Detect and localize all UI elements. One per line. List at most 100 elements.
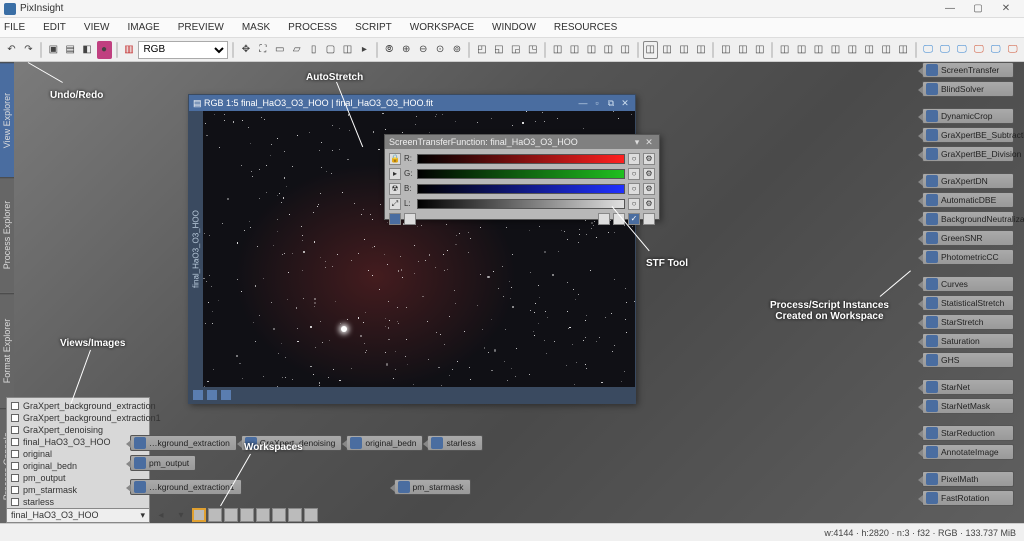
tool-button[interactable]: ◫ bbox=[752, 41, 767, 59]
tool-button[interactable]: ◰ bbox=[474, 41, 489, 59]
menu-edit[interactable]: EDIT bbox=[43, 22, 66, 33]
tool-button[interactable]: ◫ bbox=[694, 41, 709, 59]
workspace-thumb[interactable] bbox=[240, 508, 254, 522]
stf-titlebar[interactable]: ScreenTransferFunction: final_HaO3_O3_HO… bbox=[385, 135, 659, 149]
workspace-thumb[interactable] bbox=[224, 508, 238, 522]
workspace-tab[interactable]: pm_output bbox=[130, 455, 196, 471]
process-instance[interactable]: PixelMath bbox=[922, 471, 1014, 487]
process-instance[interactable]: FastRotation bbox=[922, 490, 1014, 506]
tool-button[interactable]: ◫ bbox=[677, 41, 692, 59]
ws-dropdown-button[interactable]: ▾ bbox=[172, 506, 190, 524]
process-instance[interactable]: AnnotateImage bbox=[922, 444, 1014, 460]
image-win-bot-button[interactable] bbox=[221, 390, 231, 400]
image-win-restore-icon[interactable]: ⧉ bbox=[605, 97, 617, 109]
views-item[interactable]: GraXpert_denoising bbox=[7, 424, 149, 436]
undo-button[interactable]: ↶ bbox=[4, 41, 19, 59]
workspace-thumb[interactable] bbox=[304, 508, 318, 522]
stf-row-icon[interactable]: 🔒 bbox=[389, 153, 401, 165]
stf-row-reset-button[interactable]: ○ bbox=[628, 168, 640, 180]
tool-button[interactable]: ▯ bbox=[306, 41, 321, 59]
redo-button[interactable]: ↷ bbox=[21, 41, 36, 59]
tool-button[interactable]: ◫ bbox=[567, 41, 582, 59]
stf-shade-icon[interactable]: ▾ bbox=[631, 136, 643, 148]
process-instance[interactable]: ScreenTransfer bbox=[922, 62, 1014, 78]
monitor-button[interactable]: 🖵 bbox=[971, 41, 986, 59]
process-instance[interactable]: BlindSolver bbox=[922, 81, 1014, 97]
open-button[interactable]: ▣ bbox=[46, 41, 61, 59]
stf-row-icon[interactable]: ⤢ bbox=[389, 198, 401, 210]
process-instance[interactable]: GraXpertBE_Subtraction bbox=[922, 127, 1014, 143]
process-instance[interactable]: GreenSNR bbox=[922, 230, 1014, 246]
stf-row-reset-button[interactable]: ○ bbox=[628, 198, 640, 210]
image-win-max-icon[interactable]: ▫ bbox=[591, 97, 603, 109]
zoom-out-icon[interactable]: ⊖ bbox=[416, 41, 431, 59]
process-instance[interactable]: StarNetMask bbox=[922, 398, 1014, 414]
monitor-button[interactable]: 🖵 bbox=[954, 41, 969, 59]
menu-mask[interactable]: MASK bbox=[242, 22, 270, 33]
workspace-thumb[interactable] bbox=[288, 508, 302, 522]
workspace-thumb[interactable] bbox=[208, 508, 222, 522]
zoom-reset-icon[interactable]: ⦾ bbox=[382, 41, 397, 59]
stf-row-settings-button[interactable]: ⚙ bbox=[643, 198, 655, 210]
workspace-thumb[interactable] bbox=[272, 508, 286, 522]
process-instance[interactable]: AutomaticDBE bbox=[922, 192, 1014, 208]
tool-button[interactable]: ◫ bbox=[735, 41, 750, 59]
views-item-checkbox[interactable] bbox=[11, 438, 19, 446]
zoom-fit-icon[interactable]: ⊙ bbox=[433, 41, 448, 59]
tool-button[interactable]: ◫ bbox=[777, 41, 792, 59]
tool-button[interactable]: ▭ bbox=[272, 41, 287, 59]
workspace-tab[interactable]: …kground_extraction bbox=[130, 435, 237, 451]
views-combo[interactable]: final_HaO3_O3_HOO▾ bbox=[7, 508, 149, 522]
monitor-button[interactable]: 🖵 bbox=[988, 41, 1003, 59]
stf-channel-slider[interactable] bbox=[417, 199, 625, 209]
tool-button[interactable]: ◧ bbox=[80, 41, 95, 59]
ws-prev-button[interactable]: ◂ bbox=[152, 506, 170, 524]
menu-file[interactable]: FILE bbox=[4, 22, 25, 33]
stf-apply-button[interactable] bbox=[389, 213, 401, 225]
image-window-titlebar[interactable]: ▤ RGB 1:5 final_HaO3_O3_HOO | final_HaO3… bbox=[189, 95, 635, 111]
workspace-tab[interactable]: …kground_extraction1 bbox=[130, 479, 242, 495]
process-instance[interactable]: GraXpertBE_Division bbox=[922, 146, 1014, 162]
tool-button[interactable]: ◲ bbox=[508, 41, 523, 59]
image-win-min-icon[interactable]: — bbox=[577, 97, 589, 109]
stf-row-reset-button[interactable]: ○ bbox=[628, 183, 640, 195]
process-instance[interactable]: DynamicCrop bbox=[922, 108, 1014, 124]
stf-reset-button[interactable] bbox=[598, 213, 610, 225]
tool-button[interactable]: ◫ bbox=[794, 41, 809, 59]
workspace-thumb[interactable] bbox=[256, 508, 270, 522]
process-instance[interactable]: GHS bbox=[922, 352, 1014, 368]
workspace-tab[interactable]: pm_starmask bbox=[394, 479, 471, 495]
process-instance[interactable]: StarStretch bbox=[922, 314, 1014, 330]
stf-row-settings-button[interactable]: ⚙ bbox=[643, 153, 655, 165]
stf-row-icon[interactable]: ▸ bbox=[389, 168, 401, 180]
image-win-bot-button[interactable] bbox=[193, 390, 203, 400]
tool-button[interactable]: ◫ bbox=[584, 41, 599, 59]
stf-help-button[interactable] bbox=[643, 213, 655, 225]
pointer-icon[interactable]: ▸ bbox=[357, 41, 372, 59]
menu-view[interactable]: VIEW bbox=[84, 22, 110, 33]
workspace-tab[interactable]: GraXpert_denoising bbox=[241, 435, 343, 451]
process-instance[interactable]: PhotometricCC bbox=[922, 249, 1014, 265]
tool-button[interactable]: ▢ bbox=[323, 41, 338, 59]
stf-close-icon[interactable]: ✕ bbox=[643, 136, 655, 148]
process-instance[interactable]: StarNet bbox=[922, 379, 1014, 395]
views-item-checkbox[interactable] bbox=[11, 462, 19, 470]
stf-window[interactable]: ScreenTransferFunction: final_HaO3_O3_HO… bbox=[384, 134, 660, 220]
tool-button[interactable]: ◫ bbox=[828, 41, 843, 59]
menu-window[interactable]: WINDOW bbox=[492, 22, 536, 33]
stf-channel-slider[interactable] bbox=[417, 154, 625, 164]
workspace-tab[interactable]: original_bedn bbox=[346, 435, 423, 451]
save-button[interactable]: ▤ bbox=[63, 41, 78, 59]
process-instance[interactable]: StarReduction bbox=[922, 425, 1014, 441]
tool-button[interactable]: ◫ bbox=[862, 41, 877, 59]
side-tab-format-explorer[interactable]: Format Explorer bbox=[0, 293, 14, 408]
stf-row-icon[interactable]: ☢ bbox=[389, 183, 401, 195]
tool-fit-icon[interactable]: ⛶ bbox=[255, 41, 270, 59]
window-minimize-button[interactable]: — bbox=[936, 1, 964, 17]
views-item[interactable]: pm_output bbox=[7, 472, 149, 484]
stf-row-settings-button[interactable]: ⚙ bbox=[643, 168, 655, 180]
image-win-close-icon[interactable]: ✕ bbox=[619, 97, 631, 109]
menu-process[interactable]: PROCESS bbox=[288, 22, 337, 33]
stf-row-settings-button[interactable]: ⚙ bbox=[643, 183, 655, 195]
stf-preview-button[interactable] bbox=[613, 213, 625, 225]
